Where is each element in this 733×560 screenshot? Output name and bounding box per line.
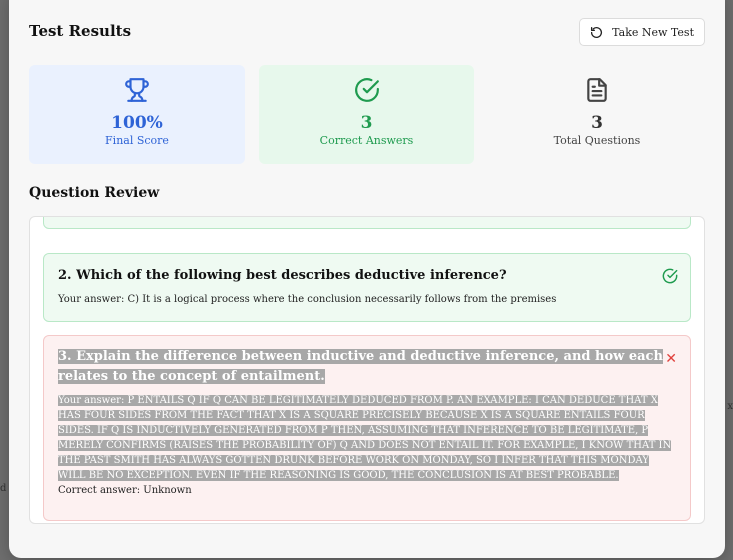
trophy-icon — [125, 78, 149, 102]
question-text: 2. Which of the following best describes… — [58, 268, 507, 283]
question-text: 3. Explain the difference between induct… — [58, 349, 663, 384]
take-new-test-button[interactable]: Take New Test — [579, 18, 705, 46]
close-icon: ✕ — [665, 351, 677, 367]
check-circle-icon — [354, 78, 379, 102]
take-new-test-label: Take New Test — [612, 25, 694, 39]
final-score-value: 100% — [111, 113, 163, 133]
final-score-label: Final Score — [105, 134, 169, 147]
background-fragment: x — [727, 401, 733, 412]
header: Test Results Take New Test — [29, 18, 705, 50]
question-review-list[interactable]: 2. Which of the following best describes… — [29, 216, 705, 524]
user-answer: Your answer: P ENTAILS Q IF Q CAN BE LEG… — [58, 395, 672, 481]
page-title: Test Results — [29, 22, 132, 40]
question-card-incorrect: 3. Explain the difference between induct… — [43, 335, 691, 521]
list-item — [43, 217, 691, 229]
check-circle-icon — [662, 268, 678, 284]
correct-answer: Correct answer: Unknown — [58, 485, 192, 496]
total-questions-card: 3 Total Questions — [489, 65, 705, 164]
total-questions-label: Total Questions — [553, 134, 641, 147]
document-icon — [587, 78, 607, 102]
correct-answers-card: 3 Correct Answers — [259, 65, 474, 164]
stats-row: 100% Final Score 3 Correct Answers 3 Tot… — [29, 65, 705, 164]
user-answer: Your answer: C) It is a logical process … — [58, 294, 557, 305]
question-card-correct: 2. Which of the following best describes… — [43, 253, 691, 322]
correct-answers-value: 3 — [360, 113, 373, 133]
results-modal: Test Results Take New Test 100% Final Sc… — [9, 0, 725, 558]
question-review-title: Question Review — [29, 185, 160, 201]
total-questions-value: 3 — [591, 113, 603, 133]
final-score-card: 100% Final Score — [29, 65, 245, 164]
correct-answers-label: Correct Answers — [319, 134, 414, 147]
refresh-icon — [591, 26, 603, 38]
background-fragment: d — [0, 483, 7, 494]
